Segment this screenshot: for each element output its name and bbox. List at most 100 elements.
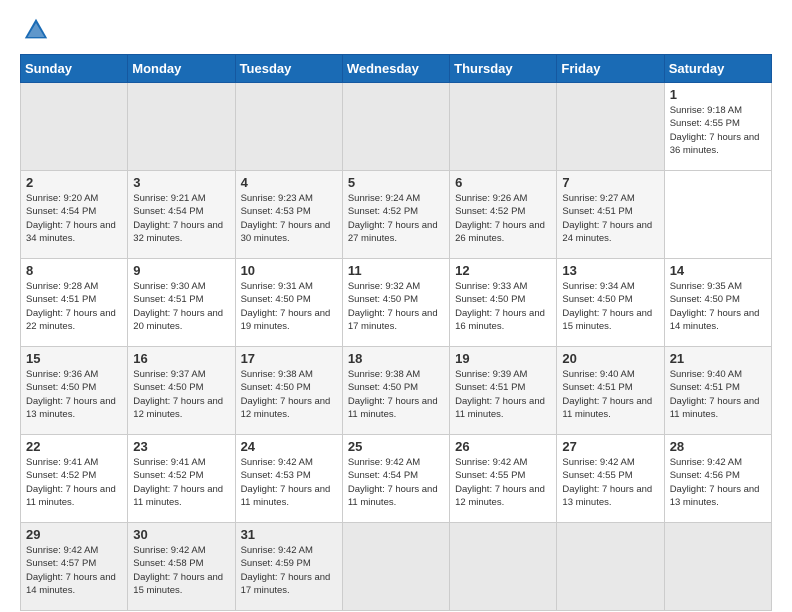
day-number: 28 bbox=[670, 439, 766, 454]
day-info: Sunrise: 9:38 AMSunset: 4:50 PMDaylight:… bbox=[348, 369, 438, 420]
day-info: Sunrise: 9:42 AMSunset: 4:56 PMDaylight:… bbox=[670, 457, 760, 508]
calendar-cell: 8 Sunrise: 9:28 AMSunset: 4:51 PMDaylight… bbox=[21, 259, 128, 347]
calendar-cell: 29 Sunrise: 9:42 AMSunset: 4:57 PMDayligh… bbox=[21, 523, 128, 611]
calendar-cell: 13 Sunrise: 9:34 AMSunset: 4:50 PMDayligh… bbox=[557, 259, 664, 347]
day-info: Sunrise: 9:40 AMSunset: 4:51 PMDaylight:… bbox=[562, 369, 652, 420]
calendar-cell bbox=[664, 523, 771, 611]
calendar-cell: 4Sunrise: 9:23 AMSunset: 4:53 PMDaylight… bbox=[235, 171, 342, 259]
day-number: 3 bbox=[133, 175, 229, 190]
calendar-cell: 30Sunrise: 9:42 AMSunset: 4:58 PMDayligh… bbox=[128, 523, 235, 611]
day-info: Sunrise: 9:24 AMSunset: 4:52 PMDaylight:… bbox=[348, 193, 438, 244]
day-info: Sunrise: 9:31 AMSunset: 4:50 PMDaylight:… bbox=[241, 281, 331, 332]
calendar-cell: 14 Sunrise: 9:35 AMSunset: 4:50 PMDayligh… bbox=[664, 259, 771, 347]
calendar-week-row: 22 Sunrise: 9:41 AMSunset: 4:52 PMDayligh… bbox=[21, 435, 772, 523]
day-info: Sunrise: 9:28 AMSunset: 4:51 PMDaylight:… bbox=[26, 281, 116, 332]
day-number: 13 bbox=[562, 263, 658, 278]
day-number: 1 bbox=[670, 87, 766, 102]
calendar-cell: 16Sunrise: 9:37 AMSunset: 4:50 PMDayligh… bbox=[128, 347, 235, 435]
day-number: 29 bbox=[26, 527, 122, 542]
day-number: 30 bbox=[133, 527, 229, 542]
calendar-cell: 25 Sunrise: 9:42 AMSunset: 4:54 PMDayligh… bbox=[342, 435, 449, 523]
calendar-week-row: 1Sunrise: 9:18 AMSunset: 4:55 PMDaylight… bbox=[21, 83, 772, 171]
day-info: Sunrise: 9:42 AMSunset: 4:53 PMDaylight:… bbox=[241, 457, 331, 508]
day-info: Sunrise: 9:27 AMSunset: 4:51 PMDaylight:… bbox=[562, 193, 652, 244]
calendar-cell: 17 Sunrise: 9:38 AMSunset: 4:50 PMDayligh… bbox=[235, 347, 342, 435]
calendar-cell: 11 Sunrise: 9:32 AMSunset: 4:50 PMDayligh… bbox=[342, 259, 449, 347]
logo-icon bbox=[22, 16, 50, 44]
calendar-cell: 22 Sunrise: 9:41 AMSunset: 4:52 PMDayligh… bbox=[21, 435, 128, 523]
calendar-week-row: 8 Sunrise: 9:28 AMSunset: 4:51 PMDaylight… bbox=[21, 259, 772, 347]
calendar-header-saturday: Saturday bbox=[664, 55, 771, 83]
day-info: Sunrise: 9:40 AMSunset: 4:51 PMDaylight:… bbox=[670, 369, 760, 420]
calendar-header-row: SundayMondayTuesdayWednesdayThursdayFrid… bbox=[21, 55, 772, 83]
day-info: Sunrise: 9:35 AMSunset: 4:50 PMDaylight:… bbox=[670, 281, 760, 332]
calendar-week-row: 15 Sunrise: 9:36 AMSunset: 4:50 PMDayligh… bbox=[21, 347, 772, 435]
page: SundayMondayTuesdayWednesdayThursdayFrid… bbox=[0, 0, 792, 612]
calendar-cell bbox=[557, 523, 664, 611]
empty-cell bbox=[450, 83, 557, 171]
day-number: 11 bbox=[348, 263, 444, 278]
empty-cell bbox=[557, 83, 664, 171]
calendar-cell: 10Sunrise: 9:31 AMSunset: 4:50 PMDayligh… bbox=[235, 259, 342, 347]
day-number: 24 bbox=[241, 439, 337, 454]
day-info: Sunrise: 9:42 AMSunset: 4:54 PMDaylight:… bbox=[348, 457, 438, 508]
day-number: 23 bbox=[133, 439, 229, 454]
calendar-cell: 1Sunrise: 9:18 AMSunset: 4:55 PMDaylight… bbox=[664, 83, 771, 171]
day-number: 7 bbox=[562, 175, 658, 190]
calendar-cell: 19Sunrise: 9:39 AMSunset: 4:51 PMDayligh… bbox=[450, 347, 557, 435]
day-info: Sunrise: 9:42 AMSunset: 4:57 PMDaylight:… bbox=[26, 545, 116, 596]
calendar-week-row: 29 Sunrise: 9:42 AMSunset: 4:57 PMDayligh… bbox=[21, 523, 772, 611]
day-info: Sunrise: 9:36 AMSunset: 4:50 PMDaylight:… bbox=[26, 369, 116, 420]
calendar-header-sunday: Sunday bbox=[21, 55, 128, 83]
calendar-cell: 18 Sunrise: 9:38 AMSunset: 4:50 PMDayligh… bbox=[342, 347, 449, 435]
calendar-cell: 23Sunrise: 9:41 AMSunset: 4:52 PMDayligh… bbox=[128, 435, 235, 523]
calendar-cell: 12Sunrise: 9:33 AMSunset: 4:50 PMDayligh… bbox=[450, 259, 557, 347]
day-number: 5 bbox=[348, 175, 444, 190]
day-number: 26 bbox=[455, 439, 551, 454]
day-info: Sunrise: 9:38 AMSunset: 4:50 PMDaylight:… bbox=[241, 369, 331, 420]
day-number: 9 bbox=[133, 263, 229, 278]
day-number: 22 bbox=[26, 439, 122, 454]
empty-cell bbox=[21, 83, 128, 171]
day-number: 31 bbox=[241, 527, 337, 542]
calendar-cell: 6 Sunrise: 9:26 AMSunset: 4:52 PMDaylight… bbox=[450, 171, 557, 259]
empty-cell bbox=[235, 83, 342, 171]
empty-cell bbox=[342, 83, 449, 171]
day-number: 18 bbox=[348, 351, 444, 366]
calendar-cell: 24 Sunrise: 9:42 AMSunset: 4:53 PMDayligh… bbox=[235, 435, 342, 523]
calendar-table: SundayMondayTuesdayWednesdayThursdayFrid… bbox=[20, 54, 772, 611]
day-number: 21 bbox=[670, 351, 766, 366]
header bbox=[20, 16, 772, 44]
day-info: Sunrise: 9:34 AMSunset: 4:50 PMDaylight:… bbox=[562, 281, 652, 332]
day-number: 25 bbox=[348, 439, 444, 454]
day-number: 8 bbox=[26, 263, 122, 278]
calendar-cell: 9Sunrise: 9:30 AMSunset: 4:51 PMDaylight… bbox=[128, 259, 235, 347]
day-info: Sunrise: 9:37 AMSunset: 4:50 PMDaylight:… bbox=[133, 369, 223, 420]
empty-cell bbox=[128, 83, 235, 171]
day-number: 27 bbox=[562, 439, 658, 454]
calendar-cell bbox=[450, 523, 557, 611]
logo bbox=[20, 16, 54, 44]
calendar-cell: 2Sunrise: 9:20 AMSunset: 4:54 PMDaylight… bbox=[21, 171, 128, 259]
day-info: Sunrise: 9:41 AMSunset: 4:52 PMDaylight:… bbox=[26, 457, 116, 508]
calendar-cell: 5 Sunrise: 9:24 AMSunset: 4:52 PMDaylight… bbox=[342, 171, 449, 259]
day-number: 15 bbox=[26, 351, 122, 366]
day-number: 6 bbox=[455, 175, 551, 190]
calendar-cell: 27Sunrise: 9:42 AMSunset: 4:55 PMDayligh… bbox=[557, 435, 664, 523]
calendar-cell: 3Sunrise: 9:21 AMSunset: 4:54 PMDaylight… bbox=[128, 171, 235, 259]
day-info: Sunrise: 9:42 AMSunset: 4:55 PMDaylight:… bbox=[455, 457, 545, 508]
day-info: Sunrise: 9:26 AMSunset: 4:52 PMDaylight:… bbox=[455, 193, 545, 244]
day-info: Sunrise: 9:42 AMSunset: 4:59 PMDaylight:… bbox=[241, 545, 331, 596]
calendar-header-friday: Friday bbox=[557, 55, 664, 83]
day-info: Sunrise: 9:32 AMSunset: 4:50 PMDaylight:… bbox=[348, 281, 438, 332]
day-number: 17 bbox=[241, 351, 337, 366]
day-number: 20 bbox=[562, 351, 658, 366]
day-number: 2 bbox=[26, 175, 122, 190]
day-number: 14 bbox=[670, 263, 766, 278]
calendar-header-wednesday: Wednesday bbox=[342, 55, 449, 83]
calendar-header-tuesday: Tuesday bbox=[235, 55, 342, 83]
day-info: Sunrise: 9:33 AMSunset: 4:50 PMDaylight:… bbox=[455, 281, 545, 332]
day-number: 4 bbox=[241, 175, 337, 190]
calendar-cell: 26 Sunrise: 9:42 AMSunset: 4:55 PMDayligh… bbox=[450, 435, 557, 523]
calendar-header-monday: Monday bbox=[128, 55, 235, 83]
